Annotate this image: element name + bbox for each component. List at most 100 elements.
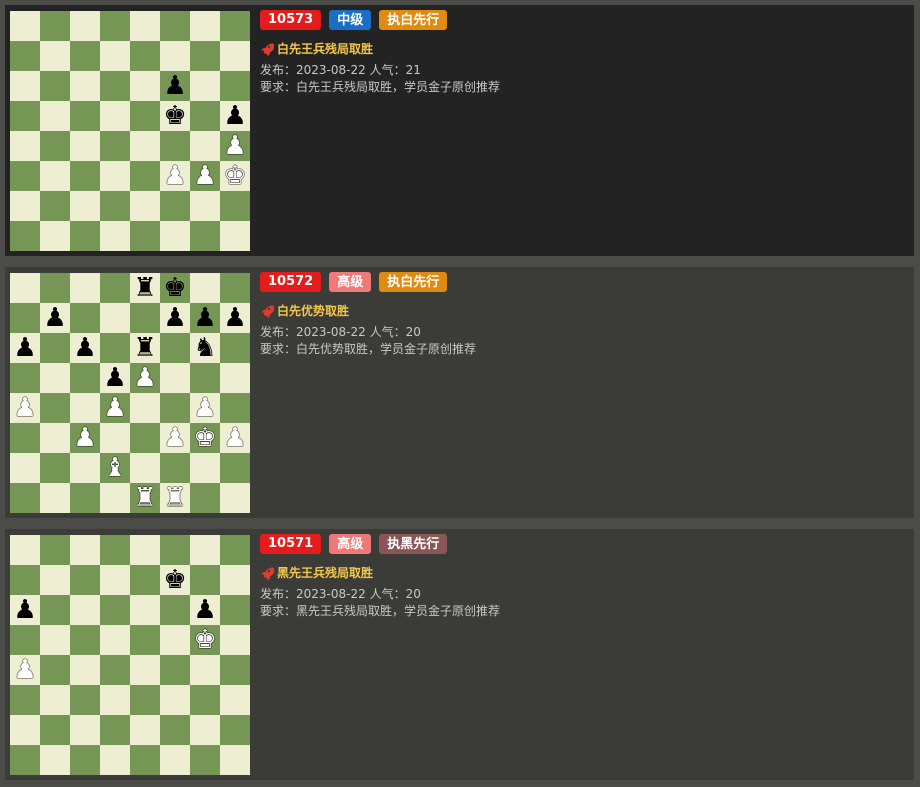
black-pawn-icon[interactable]: ♟: [193, 303, 216, 333]
black-pawn-icon[interactable]: ♟: [73, 333, 96, 363]
board-square[interactable]: [220, 71, 250, 101]
board-square[interactable]: [220, 655, 250, 685]
puzzle-card[interactable]: ♚ ♟ ♟ ♚ ♟ 10571 高级 执黑先行 黑先王兵残局取胜 发布：2023-08-…: [5, 529, 914, 780]
board-square[interactable]: ♚: [220, 161, 250, 191]
board-square[interactable]: [10, 131, 40, 161]
board-square[interactable]: [130, 393, 160, 423]
board-square[interactable]: [100, 131, 130, 161]
black-pawn-icon[interactable]: ♟: [223, 101, 246, 131]
board-square[interactable]: ♟: [70, 423, 100, 453]
board-square[interactable]: ♟: [190, 393, 220, 423]
board-square[interactable]: [70, 625, 100, 655]
white-pawn-icon[interactable]: ♟: [163, 161, 186, 191]
board-square[interactable]: [190, 41, 220, 71]
white-pawn-icon[interactable]: ♟: [13, 655, 36, 685]
board-square[interactable]: [70, 303, 100, 333]
board-square[interactable]: [40, 535, 70, 565]
board-square[interactable]: [130, 535, 160, 565]
board-square[interactable]: [100, 565, 130, 595]
board-square[interactable]: ♟: [190, 303, 220, 333]
board-square[interactable]: [190, 101, 220, 131]
board-square[interactable]: [100, 161, 130, 191]
white-pawn-icon[interactable]: ♟: [73, 423, 96, 453]
board-square[interactable]: [40, 11, 70, 41]
board-square[interactable]: [40, 273, 70, 303]
black-pawn-icon[interactable]: ♟: [103, 363, 126, 393]
board-square[interactable]: [190, 191, 220, 221]
white-pawn-icon[interactable]: ♟: [193, 393, 216, 423]
board-square[interactable]: [40, 71, 70, 101]
board-square[interactable]: [100, 191, 130, 221]
board-square[interactable]: [40, 595, 70, 625]
board-square[interactable]: [10, 423, 40, 453]
board-square[interactable]: ♞: [190, 333, 220, 363]
white-pawn-icon[interactable]: ♟: [133, 363, 156, 393]
board-square[interactable]: [130, 303, 160, 333]
board-square[interactable]: [40, 221, 70, 251]
board-square[interactable]: [70, 131, 100, 161]
board-square[interactable]: [70, 745, 100, 775]
board-square[interactable]: [40, 715, 70, 745]
white-pawn-icon[interactable]: ♟: [223, 131, 246, 161]
board-square[interactable]: [220, 483, 250, 513]
white-pawn-icon[interactable]: ♟: [193, 161, 216, 191]
board-square[interactable]: [190, 685, 220, 715]
board-square[interactable]: ♝: [100, 453, 130, 483]
board-square[interactable]: [220, 595, 250, 625]
board-square[interactable]: [100, 685, 130, 715]
board-square[interactable]: ♟: [190, 161, 220, 191]
board-square[interactable]: [100, 745, 130, 775]
board-square[interactable]: [130, 685, 160, 715]
black-rook-icon[interactable]: ♜: [133, 333, 156, 363]
puzzle-title-link[interactable]: 黑先王兵残局取胜: [277, 564, 373, 581]
white-rook-icon[interactable]: ♜: [163, 483, 186, 513]
board-square[interactable]: [70, 535, 100, 565]
board-square[interactable]: [130, 161, 160, 191]
board-square[interactable]: [10, 191, 40, 221]
board-square[interactable]: [190, 273, 220, 303]
board-square[interactable]: [10, 745, 40, 775]
board-square[interactable]: ♟: [220, 423, 250, 453]
board-square[interactable]: [100, 423, 130, 453]
black-pawn-icon[interactable]: ♟: [163, 303, 186, 333]
board-square[interactable]: ♚: [160, 565, 190, 595]
board-square[interactable]: [130, 71, 160, 101]
board-square[interactable]: [160, 655, 190, 685]
board-square[interactable]: [160, 131, 190, 161]
board-square[interactable]: ♟: [160, 71, 190, 101]
board-square[interactable]: [70, 221, 100, 251]
board-square[interactable]: [130, 655, 160, 685]
board-square[interactable]: [10, 273, 40, 303]
board-square[interactable]: [40, 363, 70, 393]
board-square[interactable]: [190, 655, 220, 685]
board-square[interactable]: [160, 363, 190, 393]
board-square[interactable]: ♟: [100, 393, 130, 423]
board-square[interactable]: ♟: [190, 595, 220, 625]
board-square[interactable]: [190, 453, 220, 483]
board-square[interactable]: [130, 101, 160, 131]
board-square[interactable]: [40, 625, 70, 655]
board-square[interactable]: [40, 41, 70, 71]
black-pawn-icon[interactable]: ♟: [193, 595, 216, 625]
board-square[interactable]: [130, 745, 160, 775]
chess-board[interactable]: ♚ ♟ ♟ ♚ ♟: [10, 535, 250, 775]
board-square[interactable]: [220, 685, 250, 715]
board-square[interactable]: [10, 453, 40, 483]
board-square[interactable]: [70, 273, 100, 303]
board-square[interactable]: [220, 363, 250, 393]
black-pawn-icon[interactable]: ♟: [163, 71, 186, 101]
board-square[interactable]: ♟: [220, 131, 250, 161]
white-pawn-icon[interactable]: ♟: [13, 393, 36, 423]
board-square[interactable]: [70, 191, 100, 221]
board-square[interactable]: [70, 41, 100, 71]
board-square[interactable]: [190, 71, 220, 101]
board-square[interactable]: ♟: [160, 161, 190, 191]
board-square[interactable]: [220, 191, 250, 221]
board-square[interactable]: [70, 161, 100, 191]
board-square[interactable]: [100, 625, 130, 655]
board-square[interactable]: [70, 483, 100, 513]
board-square[interactable]: ♟: [10, 595, 40, 625]
white-pawn-icon[interactable]: ♟: [103, 393, 126, 423]
board-square[interactable]: [70, 715, 100, 745]
board-square[interactable]: [40, 333, 70, 363]
